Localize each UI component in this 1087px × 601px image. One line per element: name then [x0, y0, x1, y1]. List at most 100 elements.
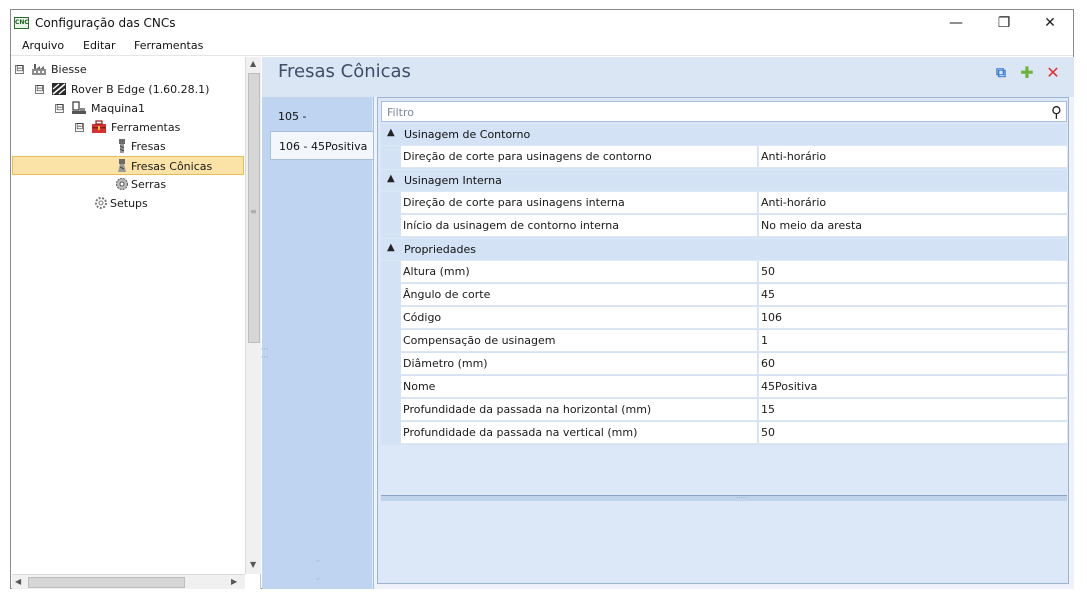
- property-value[interactable]: 106: [758, 307, 1067, 329]
- filter-input[interactable]: Filtro ⚲: [381, 101, 1067, 122]
- property-row[interactable]: Nome 45Positiva: [381, 376, 1067, 399]
- property-name: Ângulo de corte: [401, 284, 757, 306]
- tree-node-fresas[interactable]: Fresas: [111, 137, 231, 156]
- property-name: Direção de corte para usinagens interna: [401, 192, 757, 214]
- title-bar: CNC Configuração das CNCs — ❐ ✕: [11, 10, 1073, 36]
- category-label: Usinagem de Contorno: [404, 128, 531, 141]
- tree-label: Fresas: [131, 140, 166, 153]
- property-content: Filtro ⚲ ▲ Usinagem de Contorno Direção …: [373, 97, 1074, 589]
- collapse-icon[interactable]: ⊟: [35, 85, 44, 94]
- property-name: Nome: [401, 376, 757, 398]
- saw-icon: [115, 177, 129, 191]
- menu-arquivo[interactable]: Arquivo: [22, 39, 64, 52]
- property-name: Profundidade da passada na horizontal (m…: [401, 399, 757, 421]
- property-value[interactable]: Anti-horário: [758, 192, 1067, 214]
- property-value[interactable]: 15: [758, 399, 1067, 421]
- property-value[interactable]: 50: [758, 261, 1067, 283]
- property-name: Direção de corte para usinagens de conto…: [401, 146, 757, 168]
- property-value[interactable]: 1: [758, 330, 1067, 352]
- collapse-icon[interactable]: ▲: [387, 127, 395, 138]
- property-value[interactable]: 50: [758, 422, 1067, 444]
- collapse-icon[interactable]: ▲: [387, 173, 395, 184]
- property-row[interactable]: Compensação de usinagem 1: [381, 330, 1067, 353]
- factory-icon: [31, 62, 46, 76]
- property-row[interactable]: Direção de corte para usinagens de conto…: [381, 146, 1067, 169]
- description-pane: [381, 501, 1067, 581]
- tree-node-biesse[interactable]: ⊟ Biesse: [15, 60, 235, 79]
- tree-panel: ⊟ Biesse ⊟ Rover B Edge (1.60.28.1) ⊟ Ma…: [12, 57, 261, 589]
- category-usinagem-de-contorno[interactable]: ▲ Usinagem de Contorno: [381, 124, 1067, 145]
- menu-bar: Arquivo Editar Ferramentas: [11, 36, 1073, 56]
- scroll-right-icon[interactable]: ▶: [231, 577, 237, 586]
- tree-label: Fresas Cônicas: [131, 160, 213, 173]
- property-row[interactable]: Diâmetro (mm) 60: [381, 353, 1067, 376]
- toolbox-icon: [91, 120, 106, 134]
- collapse-icon[interactable]: ⊟: [75, 123, 84, 132]
- machine-icon: [51, 82, 66, 96]
- filter-placeholder: Filtro: [387, 106, 414, 119]
- gear-icon: [94, 196, 108, 210]
- property-row[interactable]: Profundidade da passada na vertical (mm)…: [381, 422, 1067, 445]
- page-title: Fresas Cônicas: [278, 61, 411, 82]
- tree-node-rover[interactable]: ⊟ Rover B Edge (1.60.28.1): [35, 80, 245, 99]
- main-window: CNC Configuração das CNCs — ❐ ✕ Arquivo …: [10, 9, 1074, 589]
- tab-106-45positiva[interactable]: 106 - 45Positiva: [270, 131, 373, 160]
- property-row[interactable]: Profundidade da passada na horizontal (m…: [381, 399, 1067, 422]
- property-value[interactable]: No meio da aresta: [758, 215, 1067, 237]
- scroll-left-icon[interactable]: ◀: [15, 577, 21, 586]
- grip-icon: ≡: [250, 207, 257, 216]
- property-name: Compensação de usinagem: [401, 330, 757, 352]
- property-row[interactable]: Código 106: [381, 307, 1067, 330]
- property-name: Início da usinagem de contorno interna: [401, 215, 757, 237]
- property-name: Altura (mm): [401, 261, 757, 283]
- tree-node-setups[interactable]: Setups: [91, 194, 211, 213]
- window-title: Configuração das CNCs: [35, 16, 176, 30]
- property-name: Diâmetro (mm): [401, 353, 757, 375]
- tree-horizontal-scrollbar[interactable]: ◀ ▶: [12, 574, 245, 589]
- tree-node-fresas-conicas[interactable]: Fresas Cônicas: [12, 156, 244, 175]
- delete-icon[interactable]: ✕: [1044, 64, 1062, 82]
- category-propriedades[interactable]: ▲ Propriedades: [381, 239, 1067, 260]
- property-name: Profundidade da passada na vertical (mm): [401, 422, 757, 444]
- property-value[interactable]: Anti-horário: [758, 146, 1067, 168]
- tree-vertical-scrollbar[interactable]: ▲ ≡ ▼: [245, 57, 261, 574]
- category-usinagem-interna[interactable]: ▲ Usinagem Interna: [381, 170, 1067, 191]
- maximize-button[interactable]: ❐: [981, 10, 1027, 36]
- property-row[interactable]: Altura (mm) 50: [381, 261, 1067, 284]
- menu-editar[interactable]: Editar: [83, 39, 116, 52]
- scroll-up-icon[interactable]: ▲: [250, 59, 256, 68]
- tree-label: Ferramentas: [111, 121, 181, 134]
- tree-label: Biesse: [51, 63, 87, 76]
- mill-icon: [115, 139, 129, 153]
- conical-mill-icon: [115, 159, 129, 173]
- tree-label: Setups: [110, 197, 148, 210]
- cnc-machine-icon: [71, 101, 86, 115]
- scroll-down-icon[interactable]: ▼: [250, 560, 256, 569]
- add-icon[interactable]: ✚: [1018, 64, 1036, 82]
- scroll-down-icon[interactable]: ⌄: [314, 573, 322, 583]
- tree-node-serras[interactable]: Serras: [111, 175, 231, 194]
- tree-node-maquina1[interactable]: ⊟ Maquina1: [55, 99, 235, 118]
- scroll-up-icon[interactable]: ⌃: [314, 559, 322, 569]
- minimize-button[interactable]: —: [933, 10, 979, 36]
- property-grid: Filtro ⚲ ▲ Usinagem de Contorno Direção …: [377, 97, 1069, 584]
- search-icon[interactable]: ⚲: [1051, 103, 1062, 121]
- panel-splitter-grip-icon[interactable]: ⋮⋮: [260, 345, 269, 361]
- collapse-icon[interactable]: ⊟: [15, 65, 24, 74]
- collapse-icon[interactable]: ⊟: [55, 104, 64, 113]
- scroll-thumb[interactable]: [28, 577, 185, 588]
- copy-icon[interactable]: ⧉: [992, 64, 1010, 82]
- property-value[interactable]: 45: [758, 284, 1067, 306]
- property-row[interactable]: Direção de corte para usinagens interna …: [381, 192, 1067, 215]
- tree-node-ferramentas[interactable]: ⊟ Ferramentas: [75, 118, 235, 137]
- close-button[interactable]: ✕: [1027, 10, 1073, 36]
- property-row[interactable]: Ângulo de corte 45: [381, 284, 1067, 307]
- menu-ferramentas[interactable]: Ferramentas: [134, 39, 203, 52]
- tab-105-45negativa[interactable]: 105 - 45Negativa: [270, 102, 373, 152]
- property-value[interactable]: 45Positiva: [758, 376, 1067, 398]
- collapse-icon[interactable]: ▲: [387, 242, 395, 253]
- detail-area: Fresas Cônicas ⧉ ✚ ✕ 105 - 45Negativa 10…: [262, 57, 1074, 589]
- property-value[interactable]: 60: [758, 353, 1067, 375]
- property-row[interactable]: Início da usinagem de contorno interna N…: [381, 215, 1067, 238]
- property-name: Código: [401, 307, 757, 329]
